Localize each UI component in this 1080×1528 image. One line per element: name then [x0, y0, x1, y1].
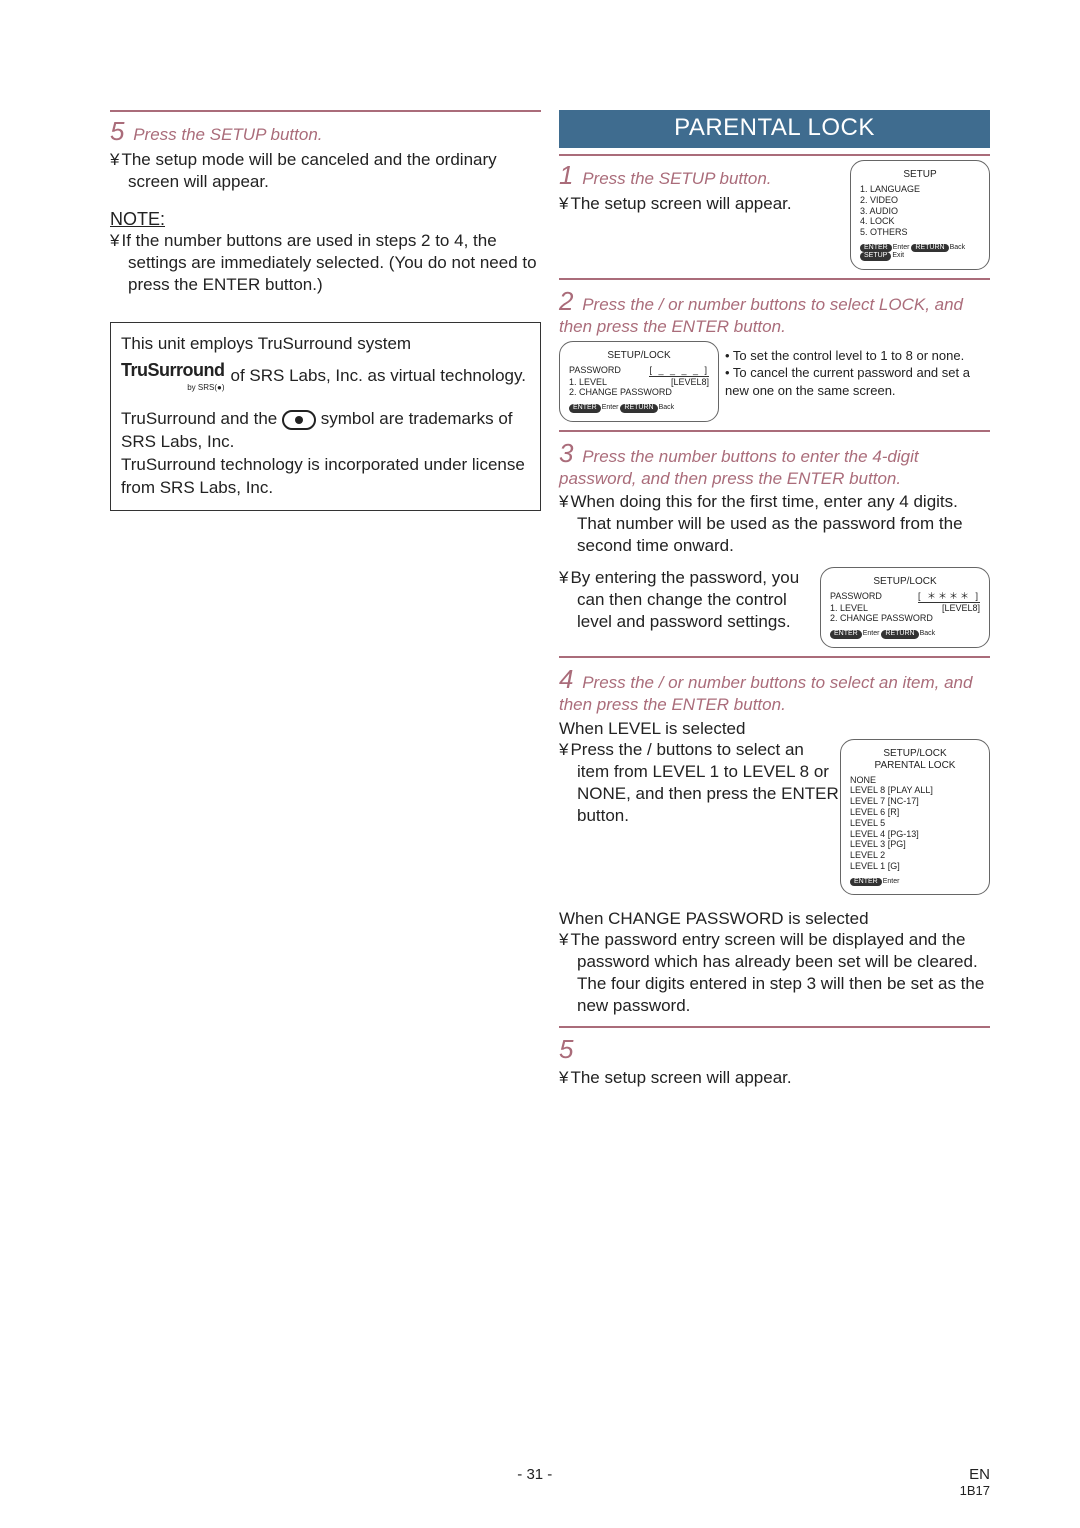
trusurround-info-box: This unit employs TruSurround system Tru…: [110, 322, 541, 510]
srs-symbol-icon: [282, 410, 316, 430]
footer-lang: EN: [969, 1466, 990, 1483]
s3-header: Press the number buttons to enter the 4-…: [559, 447, 919, 488]
setup-menu-box: SETUP 1. LANGUAGE 2. VIDEO 3. AUDIO 4. L…: [850, 160, 990, 270]
note-heading: NOTE:: [110, 209, 541, 230]
note-body: If the number buttons are used in steps …: [110, 230, 541, 296]
s1-body: The setup screen will appear.: [559, 193, 840, 215]
step5-body: The setup mode will be canceled and the …: [110, 149, 541, 193]
step5-header: Press the SETUP button.: [133, 125, 322, 144]
s2-note1: • To set the control level to 1 to 8 or …: [725, 347, 990, 365]
s4-number: 4: [559, 664, 573, 694]
parental-level-box: SETUP/LOCK PARENTAL LOCK NONE LEVEL 8 [P…: [840, 739, 990, 896]
page-footer: - 31 - EN 1B17: [0, 1466, 1080, 1498]
when-change-heading: When CHANGE PASSWORD is selected: [559, 899, 990, 929]
lock-menu-box: SETUP/LOCK PASSWORD [ _ _ _ _ ] 1. LEVEL…: [559, 341, 719, 422]
s1-header: Press the SETUP button.: [582, 169, 771, 188]
footer-code: 1B17: [960, 1483, 990, 1498]
step5-number: 5: [110, 116, 124, 146]
s2-note2: • To cancel the current password and set…: [725, 364, 990, 399]
s3-number: 3: [559, 438, 573, 468]
page-number: - 31 -: [110, 1466, 960, 1498]
parental-lock-title: PARENTAL LOCK: [559, 110, 990, 148]
when-level-heading: When LEVEL is selected: [559, 719, 990, 739]
info2-c: TruSurround technology is incorporated u…: [121, 454, 532, 500]
s5-number: 5: [559, 1034, 573, 1064]
s4-change-body: The password entry screen will be displa…: [559, 929, 990, 1017]
info-line2: of SRS Labs, Inc. as virtual technology.: [231, 365, 526, 388]
info-line1: This unit employs TruSurround system: [121, 333, 532, 356]
info2-a: TruSurround and the: [121, 409, 282, 428]
s1-number: 1: [559, 160, 573, 190]
s4-header: Press the / or number buttons to select …: [559, 673, 972, 714]
s3-body1: When doing this for the first time, ente…: [559, 491, 990, 557]
s2-number: 2: [559, 286, 573, 316]
lock-menu-box-filled: SETUP/LOCK PASSWORD [ ＊＊＊＊ ] 1. LEVEL [L…: [820, 567, 990, 648]
s2-header: Press the / or number buttons to select …: [559, 295, 963, 336]
trusurround-logo: TruSurround by SRS(●): [121, 358, 225, 394]
s5-body: The setup screen will appear.: [559, 1067, 990, 1089]
